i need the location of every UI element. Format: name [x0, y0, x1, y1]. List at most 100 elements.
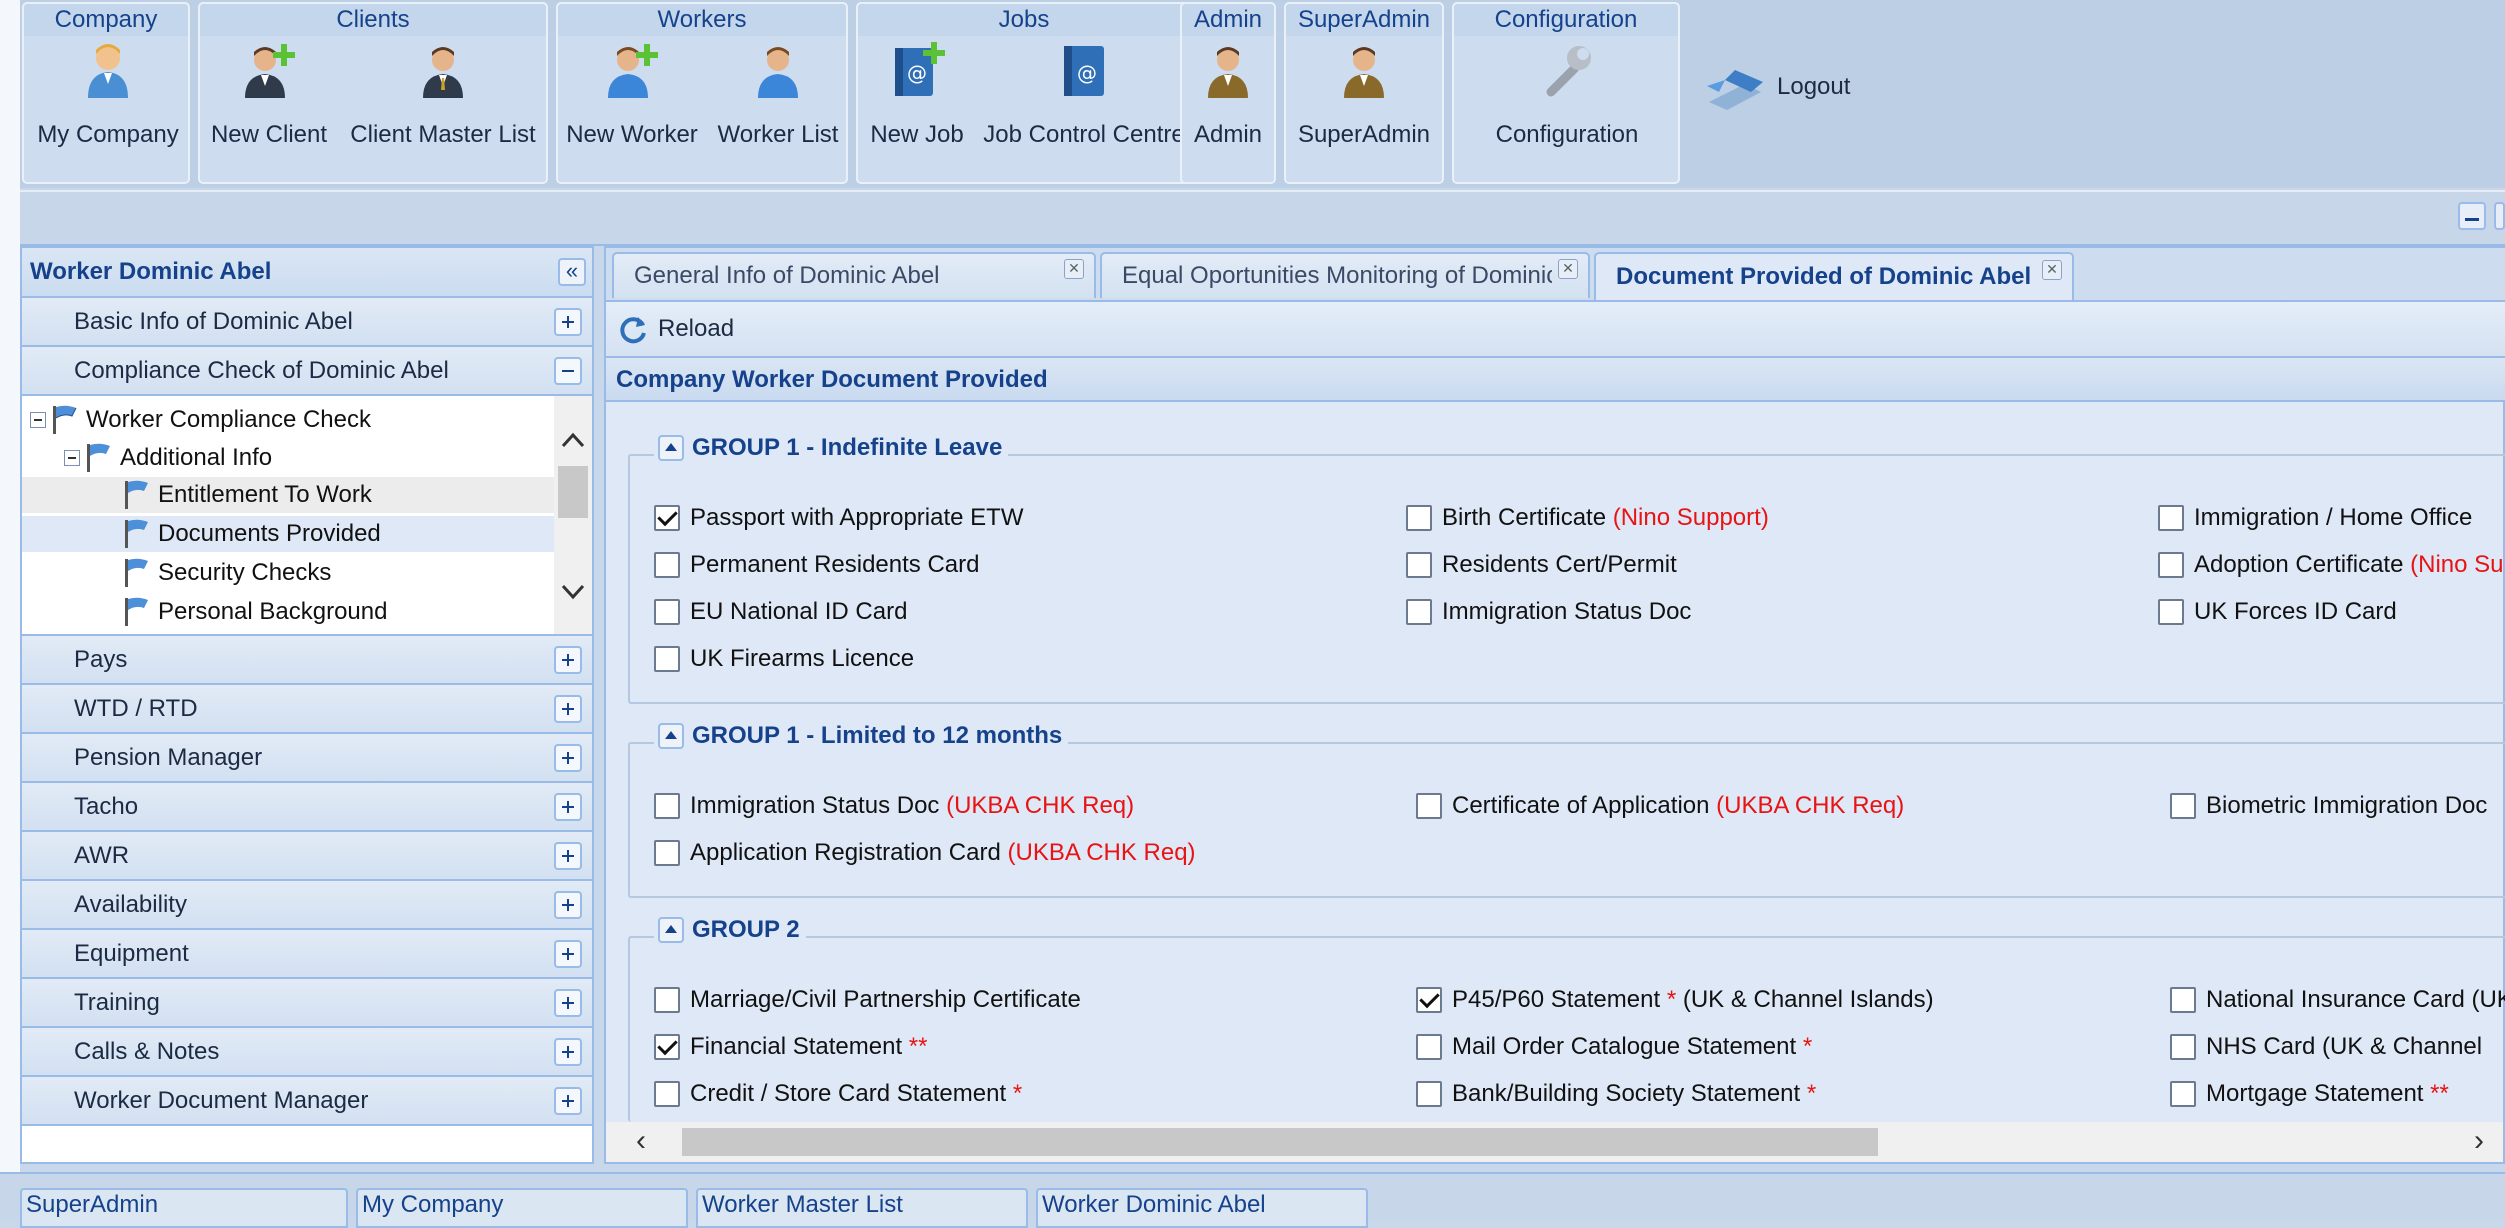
checkbox[interactable]: [1416, 1081, 1442, 1107]
configuration-button[interactable]: Configuration: [1458, 40, 1676, 149]
checkbox-certificate-of-application[interactable]: Certificate of Application (UKBA CHK Req…: [1416, 792, 1904, 820]
collapse-toggle-icon[interactable]: [658, 917, 684, 943]
expand-icon[interactable]: [554, 939, 582, 968]
task-worker-dominic-abel[interactable]: Worker Dominic Abel: [1036, 1188, 1368, 1228]
chevron-right-icon[interactable]: ›: [2474, 1124, 2484, 1158]
maximize-button[interactable]: [2494, 202, 2505, 230]
checkbox[interactable]: [1406, 505, 1432, 531]
tree-node-worker-compliance-check[interactable]: Worker Compliance Check: [30, 402, 550, 438]
logout-button[interactable]: Logout: [1705, 62, 1850, 112]
expand-icon[interactable]: [554, 694, 582, 723]
chevron-left-icon[interactable]: ‹: [636, 1124, 646, 1158]
scrollbar-thumb[interactable]: [558, 466, 588, 518]
checkbox[interactable]: [2170, 1081, 2196, 1107]
accordion-pays[interactable]: Pays: [22, 636, 592, 685]
expand-icon[interactable]: [554, 1086, 582, 1115]
expand-icon[interactable]: [554, 890, 582, 919]
checkbox-immigration-status-doc-limited[interactable]: Immigration Status Doc (UKBA CHK Req): [654, 792, 1134, 820]
accordion-tacho[interactable]: Tacho: [22, 783, 592, 832]
accordion-basic-info[interactable]: Basic Info of Dominic Abel: [22, 298, 592, 347]
chevron-down-icon[interactable]: [560, 582, 586, 602]
collapse-icon[interactable]: [554, 356, 582, 385]
new-job-button[interactable]: @ New Job: [862, 40, 972, 149]
checkbox-national-insurance-card[interactable]: National Insurance Card (UK: [2170, 986, 2505, 1014]
tree-node-documents-provided[interactable]: Documents Provided: [22, 516, 556, 552]
tab-document-provided[interactable]: Document Provided of Dominic Abel ✕: [1594, 252, 2074, 300]
expand-icon[interactable]: [554, 743, 582, 772]
tree-collapse-toggle[interactable]: [30, 412, 46, 428]
tree-scrollbar[interactable]: [554, 396, 592, 634]
expand-icon[interactable]: [554, 988, 582, 1017]
checkbox-p45-p60-statement[interactable]: P45/P60 Statement * (UK & Channel Island…: [1416, 986, 1934, 1014]
checkbox[interactable]: [654, 987, 680, 1013]
tab-equal-opportunities[interactable]: Equal Oportunities Monitoring of Dominic…: [1100, 252, 1590, 298]
tree-node-security-checks[interactable]: Security Checks: [22, 555, 556, 591]
accordion-availability[interactable]: Availability: [22, 881, 592, 930]
checkbox-mortgage-statement[interactable]: Mortgage Statement **: [2170, 1080, 2449, 1108]
scrollbar-thumb[interactable]: [682, 1128, 1878, 1156]
checkbox[interactable]: [654, 599, 680, 625]
expand-icon[interactable]: [554, 307, 582, 336]
checkbox-marriage-certificate[interactable]: Marriage/Civil Partnership Certificate: [654, 986, 1081, 1014]
minimize-button[interactable]: [2458, 202, 2486, 230]
accordion-calls-notes[interactable]: Calls & Notes: [22, 1028, 592, 1077]
checkbox[interactable]: [1416, 1034, 1442, 1060]
checkbox[interactable]: [654, 1081, 680, 1107]
close-icon[interactable]: ✕: [1064, 259, 1084, 279]
checkbox[interactable]: [654, 646, 680, 672]
checkbox-immigration-home-office[interactable]: Immigration / Home Office: [2158, 504, 2472, 532]
checkbox-nhs-card[interactable]: NHS Card (UK & Channel: [2170, 1033, 2482, 1061]
checkbox[interactable]: [1416, 793, 1442, 819]
checkbox-birth-certificate[interactable]: Birth Certificate (Nino Support): [1406, 504, 1769, 532]
new-client-button[interactable]: New Client: [204, 40, 334, 149]
checkbox-eu-national-id-card[interactable]: EU National ID Card: [654, 598, 907, 626]
checkbox-uk-firearms-licence[interactable]: UK Firearms Licence: [654, 645, 914, 673]
expand-icon[interactable]: [554, 841, 582, 870]
checkbox[interactable]: [654, 793, 680, 819]
admin-button[interactable]: Admin: [1184, 40, 1272, 149]
checkbox[interactable]: [654, 840, 680, 866]
checkbox[interactable]: [654, 1034, 680, 1060]
tree-node-entitlement-to-work[interactable]: Entitlement To Work: [22, 477, 556, 513]
checkbox[interactable]: [2170, 1034, 2196, 1060]
checkbox-immigration-status-doc[interactable]: Immigration Status Doc: [1406, 598, 1691, 626]
checkbox[interactable]: [1416, 987, 1442, 1013]
checkbox[interactable]: [2158, 552, 2184, 578]
task-superadmin[interactable]: SuperAdmin: [20, 1188, 348, 1228]
accordion-equipment[interactable]: Equipment: [22, 930, 592, 979]
worker-list-button[interactable]: Worker List: [708, 40, 848, 149]
reload-button[interactable]: Reload: [606, 313, 734, 345]
close-icon[interactable]: ✕: [1558, 259, 1578, 279]
expand-icon[interactable]: [554, 645, 582, 674]
checkbox-adoption-certificate[interactable]: Adoption Certificate (Nino Support): [2158, 551, 2505, 579]
checkbox[interactable]: [2158, 599, 2184, 625]
accordion-pension-manager[interactable]: Pension Manager: [22, 734, 592, 783]
tree-node-additional-info[interactable]: Additional Info: [64, 440, 550, 476]
checkbox-permanent-residents-card[interactable]: Permanent Residents Card: [654, 551, 979, 579]
new-worker-button[interactable]: New Worker: [562, 40, 702, 149]
checkbox-uk-forces-id-card[interactable]: UK Forces ID Card: [2158, 598, 2397, 626]
horizontal-scrollbar[interactable]: ‹ ›: [606, 1122, 2503, 1162]
accordion-awr[interactable]: AWR: [22, 832, 592, 881]
checkbox-bank-building-society[interactable]: Bank/Building Society Statement *: [1416, 1080, 1816, 1108]
checkbox-credit-store-card[interactable]: Credit / Store Card Statement *: [654, 1080, 1022, 1108]
client-master-list-button[interactable]: Client Master List: [338, 40, 548, 149]
checkbox-biometric-immigration-doc[interactable]: Biometric Immigration Doc: [2170, 792, 2487, 820]
superadmin-button[interactable]: SuperAdmin: [1288, 40, 1440, 149]
checkbox[interactable]: [2170, 793, 2196, 819]
checkbox[interactable]: [1406, 599, 1432, 625]
expand-icon[interactable]: [554, 1037, 582, 1066]
expand-icon[interactable]: [554, 792, 582, 821]
checkbox[interactable]: [654, 552, 680, 578]
accordion-compliance-check[interactable]: Compliance Check of Dominic Abel: [22, 347, 592, 396]
collapse-panel-button[interactable]: «: [558, 258, 586, 286]
checkbox[interactable]: [2158, 505, 2184, 531]
tab-general-info[interactable]: General Info of Dominic Abel ✕: [612, 252, 1096, 298]
checkbox-passport-etw[interactable]: Passport with Appropriate ETW: [654, 504, 1023, 532]
checkbox-financial-statement[interactable]: Financial Statement **: [654, 1033, 927, 1061]
checkbox[interactable]: [654, 505, 680, 531]
tree-node-personal-background[interactable]: Personal Background: [22, 594, 556, 630]
accordion-worker-document-manager[interactable]: Worker Document Manager: [22, 1077, 592, 1126]
tree-collapse-toggle[interactable]: [64, 450, 80, 466]
checkbox-mail-order-catalogue[interactable]: Mail Order Catalogue Statement *: [1416, 1033, 1812, 1061]
